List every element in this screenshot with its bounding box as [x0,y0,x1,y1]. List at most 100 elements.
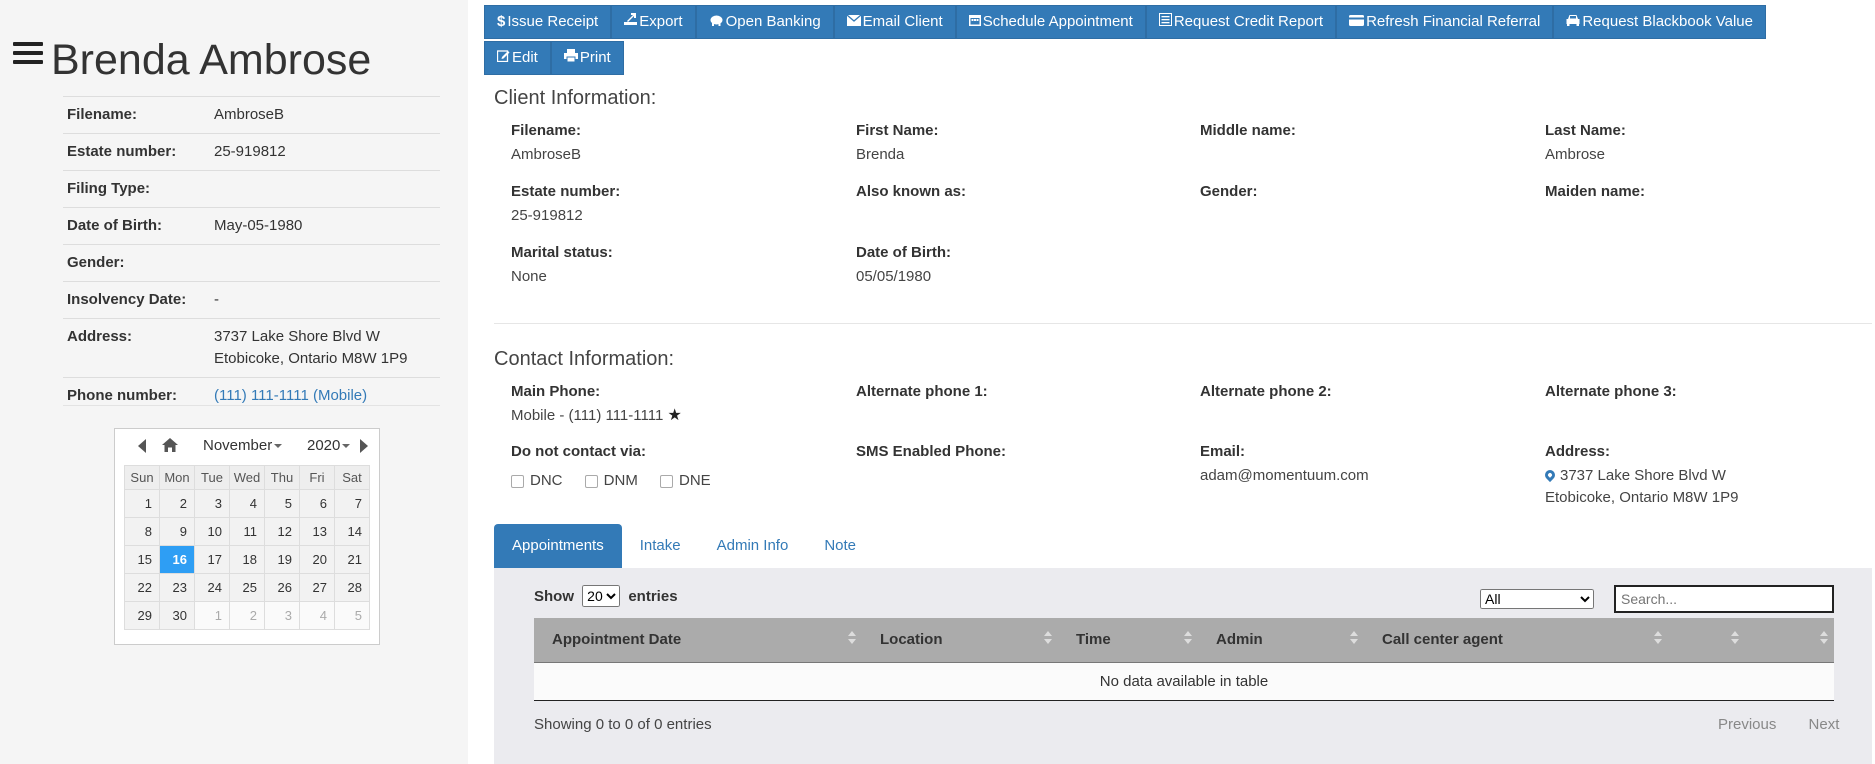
col-call-center-agent[interactable]: Call center agent [1364,618,1668,663]
calendar-day[interactable]: 4 [299,601,335,630]
calendar-next-icon[interactable] [360,439,368,453]
home-icon[interactable] [161,437,179,453]
calendar-week-row: 8 9 10 11 12 13 14 [124,517,370,546]
summary-address-line1: 3737 Lake Shore Blvd W [214,328,380,345]
col-blank-2[interactable] [1745,618,1834,663]
next-page-button[interactable]: Next [1809,716,1840,733]
printer-icon [563,49,578,62]
calendar-day[interactable]: 4 [229,489,265,518]
field-main-phone: Main Phone: Mobile - (111) 111-1111 ★ [511,383,682,424]
col-appointment-date[interactable]: Appointment Date [534,618,862,663]
calendar-day[interactable]: 10 [194,517,230,546]
calendar-day[interactable]: 28 [334,573,370,602]
calendar-day[interactable]: 15 [124,545,160,574]
edit-button[interactable]: Edit [484,41,551,75]
summary-row-gender: Gender: [63,244,440,282]
export-button[interactable]: Export [611,5,696,39]
calendar-day[interactable]: 22 [124,573,160,602]
dnm-checkbox[interactable]: DNM [584,470,638,492]
summary-row-estate: Estate number: 25-919812 [63,133,440,171]
weekday-header: Sun [124,465,160,490]
calendar-day[interactable]: 8 [124,517,160,546]
appointments-table: Appointment Date Location Time Admin Cal… [534,618,1834,701]
calendar-month-select[interactable]: November [203,437,283,454]
weekday-header: Wed [229,465,265,490]
section-divider [494,323,1872,324]
summary-row-address: Address: 3737 Lake Shore Blvd W Etobicoke,… [63,318,440,378]
field-first-name: First Name: Brenda [856,122,939,163]
credit-card-icon [1349,15,1365,26]
calendar-week-row: 1234567 [124,489,370,518]
field-estate-number: Estate number: 25-919812 [511,183,621,224]
calendar-day[interactable]: 27 [299,573,335,602]
field-date-of-birth: Date of Birth: 05/05/1980 [856,244,951,285]
request-credit-report-button[interactable]: Request Credit Report [1145,5,1337,39]
refresh-financial-referral-button[interactable]: Refresh Financial Referral [1336,5,1554,39]
tab-note[interactable]: Note [806,524,874,568]
calendar-year-select[interactable]: 2020 [307,437,351,454]
field-alternate-phone-3: Alternate phone 3: [1545,383,1677,400]
calendar-day[interactable]: 2 [159,489,195,518]
calendar-day[interactable]: 1 [194,601,230,630]
calendar-day[interactable]: 17 [194,545,230,574]
phone-number-link[interactable]: (111) 111-1111 (Mobile) [214,387,367,404]
dollar-icon: $ [497,13,506,30]
calendar-day[interactable]: 20 [299,545,335,574]
field-alternate-phone-2: Alternate phone 2: [1200,383,1332,400]
print-button[interactable]: Print [550,41,624,75]
summary-address-line2: Etobicoke, Ontario M8W 1P9 [214,350,408,367]
calendar-day[interactable]: 26 [264,573,300,602]
calendar-day[interactable]: 25 [229,573,265,602]
calendar-day[interactable]: 2 [229,601,265,630]
tab-appointments[interactable]: Appointments [494,524,622,568]
calendar-week-row: 22 23 24 25 26 27 28 [124,573,370,602]
list-alt-icon [1158,13,1172,26]
calendar-day[interactable]: 24 [194,573,230,602]
calendar-day[interactable]: 9 [159,517,195,546]
page-size-select[interactable]: 20 [582,585,621,607]
calendar-day[interactable]: 21 [334,545,370,574]
hamburger-menu-icon[interactable] [13,42,43,68]
tab-admin-info[interactable]: Admin Info [699,524,807,568]
calendar-day[interactable]: 7 [334,489,370,518]
calendar-day[interactable]: 13 [299,517,335,546]
calendar-day[interactable]: 18 [229,545,265,574]
col-admin[interactable]: Admin [1198,618,1364,663]
calendar-day[interactable]: 30 [159,601,195,630]
email-client-button[interactable]: Email Client [833,5,956,39]
tab-bar: Appointments Intake Admin Info Note [494,524,874,568]
calendar-day[interactable]: 5 [264,489,300,518]
calendar-day[interactable]: 29 [124,601,160,630]
weekday-header: Tue [194,465,230,490]
previous-page-button[interactable]: Previous [1718,716,1776,733]
col-blank-1[interactable] [1668,618,1745,663]
dnc-checkbox[interactable]: DNC [511,470,563,492]
action-toolbar: $ Issue Receipt Export Open Banking Email… [484,5,1814,77]
calendar-day[interactable]: 6 [299,489,335,518]
open-banking-button[interactable]: Open Banking [695,5,834,39]
calendar-day[interactable]: 5 [334,601,370,630]
field-filename: Filename: AmbroseB [511,122,582,163]
schedule-appointment-button[interactable]: Schedule Appointment [955,5,1146,39]
search-input[interactable] [1614,585,1834,613]
weekday-header: Mon [159,465,195,490]
calendar-day[interactable]: 14 [334,517,370,546]
field-gender: Gender: [1200,183,1258,200]
calendar-day[interactable]: 12 [264,517,300,546]
calendar-day[interactable]: 3 [264,601,300,630]
field-alternate-phone-1: Alternate phone 1: [856,383,988,400]
request-blackbook-value-button[interactable]: Request Blackbook Value [1553,5,1766,39]
calendar-day[interactable]: 23 [159,573,195,602]
dne-checkbox[interactable]: DNE [660,470,711,492]
calendar-day[interactable]: 11 [229,517,265,546]
issue-receipt-button[interactable]: $ Issue Receipt [484,5,612,39]
tab-intake[interactable]: Intake [622,524,699,568]
calendar-day[interactable]: 16 [159,545,195,574]
filter-select[interactable]: All [1480,589,1594,609]
col-time[interactable]: Time [1058,618,1198,663]
calendar-day[interactable]: 19 [264,545,300,574]
calendar-prev-icon[interactable] [138,439,146,453]
calendar-day[interactable]: 1 [124,489,160,518]
calendar-day[interactable]: 3 [194,489,230,518]
col-location[interactable]: Location [862,618,1058,663]
